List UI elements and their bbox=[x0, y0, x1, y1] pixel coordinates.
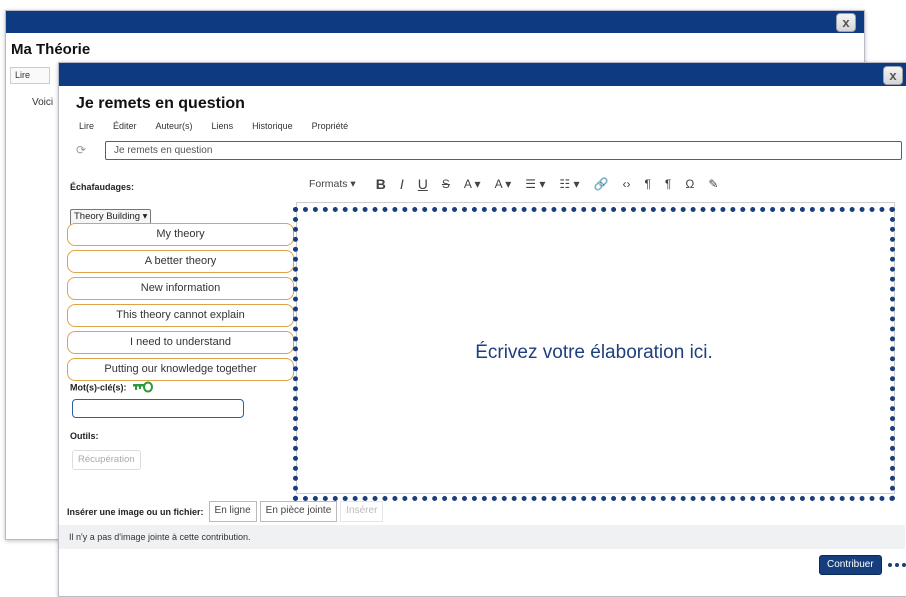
insert-inline-button[interactable]: En ligne bbox=[208, 501, 257, 522]
contribute-button[interactable]: Contribuer bbox=[819, 555, 882, 575]
underline-button[interactable]: U bbox=[418, 176, 428, 192]
code-icon[interactable]: ‹› bbox=[622, 177, 630, 191]
font-color-button[interactable]: A ▾ bbox=[464, 177, 481, 191]
insert-media-row: Insérer une image ou un fichier: En lign… bbox=[67, 501, 386, 522]
editor-window-titlebar[interactable]: x bbox=[59, 63, 906, 86]
note-title: Je remets en question bbox=[76, 95, 245, 112]
ltr-icon[interactable]: ¶ bbox=[644, 177, 650, 191]
editor-highlight-annotation: Écrivez votre élaboration ici. bbox=[293, 207, 895, 501]
editor-placeholder-text: Écrivez votre élaboration ici. bbox=[475, 342, 713, 363]
tools-label: Outils: bbox=[70, 431, 99, 441]
tab-read[interactable]: Lire bbox=[79, 121, 94, 131]
tab-edit[interactable]: Éditer bbox=[113, 121, 137, 131]
italic-icon: I bbox=[399, 176, 404, 192]
title-input[interactable] bbox=[105, 141, 902, 160]
note-tabs: Lire Éditer Auteur(s) Liens Historique P… bbox=[79, 121, 348, 131]
editor-toolbar: Formats ▾ B I U S A ▾ A ▾ ☰ ▾ ☷ ▾ 🔗 ‹› ¶… bbox=[305, 171, 903, 197]
insert-button[interactable]: Insérer bbox=[340, 501, 384, 522]
keywords-label: Mot(s)-clé(s): bbox=[70, 382, 127, 393]
keywords-input[interactable] bbox=[72, 399, 244, 418]
formats-dropdown[interactable]: Formats ▾ bbox=[309, 178, 356, 190]
edit-icon[interactable]: ✎ bbox=[708, 177, 718, 191]
strikethrough-icon: S bbox=[441, 177, 450, 191]
strikethrough-button[interactable]: S bbox=[442, 177, 450, 191]
close-icon[interactable]: x bbox=[836, 13, 856, 32]
key-icon[interactable] bbox=[132, 381, 154, 395]
reload-icon[interactable]: ⟳ bbox=[76, 143, 86, 157]
link-icon[interactable]: 🔗 bbox=[594, 177, 609, 191]
bold-icon: B bbox=[375, 176, 386, 192]
scaffold-list: My theory A better theory New informatio… bbox=[67, 220, 294, 381]
numbered-list-button[interactable]: ☷ ▾ bbox=[559, 177, 579, 191]
keywords-label-row: Mot(s)-clé(s): bbox=[70, 381, 154, 395]
special-char-icon[interactable]: Ω bbox=[685, 177, 694, 191]
bold-button[interactable]: B bbox=[376, 176, 386, 192]
close-icon[interactable]: x bbox=[883, 66, 903, 85]
italic-button[interactable]: I bbox=[400, 176, 404, 192]
scaffold-my-theory[interactable]: My theory bbox=[67, 223, 294, 246]
attachment-status: Il n'y a pas d'image jointe à cette cont… bbox=[59, 525, 905, 549]
back-window-tab-read[interactable]: Lire bbox=[10, 67, 50, 84]
back-window-titlebar[interactable]: x bbox=[6, 11, 864, 33]
highlight-color-button[interactable]: A ▾ bbox=[495, 177, 512, 191]
scaffold-better-theory[interactable]: A better theory bbox=[67, 250, 294, 273]
title-field-row: ⟳ bbox=[72, 141, 902, 160]
tab-properties[interactable]: Propriété bbox=[312, 121, 349, 131]
scaffold-need-to-understand[interactable]: I need to understand bbox=[67, 331, 294, 354]
rtl-icon[interactable]: ¶ bbox=[665, 177, 671, 191]
tab-history[interactable]: Historique bbox=[252, 121, 293, 131]
back-window-body-text: Voici bbox=[32, 97, 54, 108]
scaffold-knowledge-together[interactable]: Putting our knowledge together bbox=[67, 358, 294, 381]
insert-label: Insérer une image ou un fichier: bbox=[67, 506, 204, 517]
tab-authors[interactable]: Auteur(s) bbox=[156, 121, 193, 131]
bullet-list-button[interactable]: ☰ ▾ bbox=[525, 177, 545, 191]
scaffold-new-information[interactable]: New information bbox=[67, 277, 294, 300]
insert-attachment-button[interactable]: En pièce jointe bbox=[259, 501, 338, 522]
tab-links[interactable]: Liens bbox=[212, 121, 234, 131]
scaffold-cannot-explain[interactable]: This theory cannot explain bbox=[67, 304, 294, 327]
recovery-button[interactable]: Récupération bbox=[72, 450, 141, 470]
back-window-title: Ma Théorie bbox=[11, 41, 91, 58]
scaffolds-label: Échafaudages: bbox=[70, 182, 135, 192]
annotation-tail bbox=[888, 563, 906, 567]
underline-icon: U bbox=[417, 176, 428, 192]
